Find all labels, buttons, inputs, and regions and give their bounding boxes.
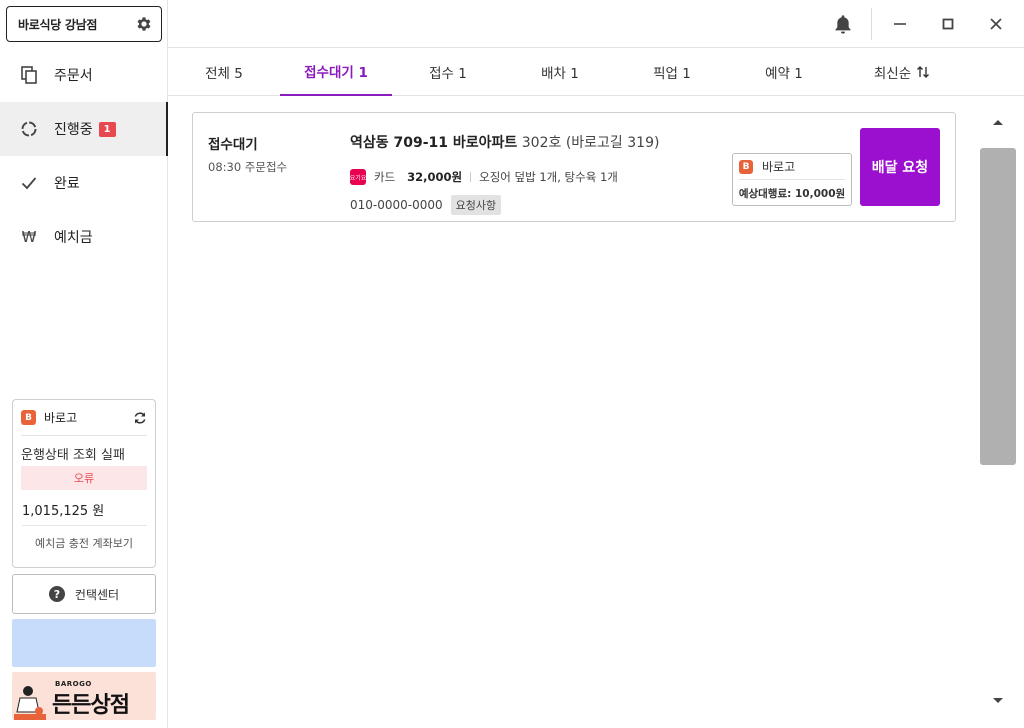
divider — [871, 8, 872, 40]
barogo-logo-icon: B — [21, 410, 36, 425]
dundun-shop-banner[interactable]: BAROGO 든든상점 — [12, 672, 156, 720]
progress-icon — [20, 120, 38, 138]
store-name: 바로식당 강남점 — [18, 17, 98, 32]
deposit-status: 운행상태 조회 실패 — [21, 448, 125, 463]
help-icon: ? — [48, 586, 65, 602]
app-window: 바로식당 강남점 주문서 진행중 1 완료 ₩ 예치금 B 바로고 운행상태 조… — [0, 0, 1024, 728]
sidebar: 바로식당 강남점 주문서 진행중 1 완료 ₩ 예치금 B 바로고 운행상태 조… — [0, 0, 168, 728]
tab-dispatched[interactable]: 배차 1 — [504, 48, 616, 96]
tab-pickup[interactable]: 픽업 1 — [616, 48, 728, 96]
count-badge: 1 — [98, 121, 116, 137]
sort-button[interactable]: 최신순 — [846, 48, 958, 96]
check-icon — [20, 174, 38, 192]
sort-label: 최신순 — [873, 66, 912, 82]
address-main: 역삼동 709-11 바로아파트 — [350, 135, 518, 151]
tab-accepted[interactable]: 접수 1 — [392, 48, 504, 96]
deposit-account-link[interactable]: 예치금 충전 계좌보기 — [13, 535, 155, 551]
deposit-card-header: B 바로고 — [21, 400, 147, 436]
sidebar-nav: 주문서 진행중 1 완료 ₩ 예치금 — [0, 48, 168, 264]
error-badge: 오류 — [21, 466, 147, 490]
banner-blue[interactable] — [12, 619, 156, 667]
agency-name: 바로고 — [762, 160, 796, 174]
sidebar-item-deposit[interactable]: ₩ 예치금 — [0, 210, 168, 264]
yogiyo-logo-icon: 요기요 — [350, 169, 366, 185]
minimize-icon — [894, 23, 906, 25]
won-icon: ₩ — [21, 228, 37, 246]
delivery-agency-box[interactable]: B 바로고 예상대행료: 10,000원 — [732, 153, 852, 206]
close-button[interactable] — [984, 12, 1008, 36]
order-card[interactable]: 접수대기 08:30 주문접수 역삼동 709-11 바로아파트 302호 (바… — [192, 112, 956, 222]
deposit-card: B 바로고 운행상태 조회 실패 오류 1,015,125 원 예치금 충전 계… — [12, 399, 156, 568]
scroll-up-arrow-icon[interactable] — [991, 116, 1005, 128]
order-status: 접수대기 — [208, 137, 258, 153]
sidebar-item-label: 진행중 — [54, 122, 93, 138]
deposit-amount: 1,015,125 원 — [22, 500, 147, 526]
sidebar-item-label: 완료 — [54, 176, 80, 192]
banner-title: 든든상점 — [52, 693, 130, 718]
maximize-icon — [942, 18, 954, 30]
divider — [470, 172, 472, 182]
request-tag[interactable]: 요청사항 — [450, 195, 502, 215]
order-items: 오징어 덮밥 1개, 탕수육 1개 — [479, 170, 618, 184]
top-bar — [168, 0, 1024, 48]
store-selector[interactable]: 바로식당 강남점 — [6, 6, 162, 42]
tab-all[interactable]: 전체 5 — [168, 48, 280, 96]
customer-phone: 010-0000-0000 — [350, 198, 443, 212]
order-phone-row: 010-0000-0000 요청사항 — [350, 195, 502, 215]
minimize-button[interactable] — [888, 12, 912, 36]
order-time: 08:30 주문접수 — [208, 160, 288, 174]
mascot-figure-icon — [14, 686, 46, 720]
scrollbar-thumb[interactable] — [980, 148, 1016, 465]
status-tabs: 전체 5 접수대기 1 접수 1 배차 1 픽업 1 예약 1 최신순 — [168, 48, 1024, 96]
sidebar-item-label: 주문서 — [54, 68, 93, 84]
delivery-request-button[interactable]: 배달 요청 — [860, 128, 940, 206]
gear-icon[interactable] — [135, 15, 153, 33]
order-payment: 요기요 카드 32,000원 오징어 덮밥 1개, 탕수육 1개 — [350, 169, 618, 185]
maximize-button[interactable] — [936, 12, 960, 36]
tab-reserved[interactable]: 예약 1 — [728, 48, 840, 96]
close-icon — [990, 18, 1002, 30]
agency-header: B 바로고 — [739, 154, 845, 180]
agency-fee: 예상대행료: 10,000원 — [738, 188, 846, 200]
order-address: 역삼동 709-11 바로아파트 302호 (바로고길 319) — [350, 132, 659, 152]
sort-arrows-icon — [917, 66, 930, 78]
tab-waiting[interactable]: 접수대기 1 — [280, 48, 392, 96]
sidebar-item-label: 예치금 — [54, 230, 93, 246]
payment-method: 카드 — [374, 170, 396, 184]
deposit-brand-name: 바로고 — [44, 411, 78, 425]
order-amount: 32,000원 — [407, 170, 463, 184]
sidebar-item-in-progress[interactable]: 진행중 1 — [0, 102, 168, 156]
deposit-brand: B 바로고 — [21, 409, 77, 426]
bell-icon[interactable] — [832, 13, 854, 35]
sidebar-item-orders[interactable]: 주문서 — [0, 48, 168, 102]
refresh-icon[interactable] — [133, 411, 147, 425]
copy-icon — [20, 66, 38, 84]
scroll-down-arrow-icon[interactable] — [991, 695, 1005, 707]
contact-center-button[interactable]: ? 컨택센터 — [12, 574, 156, 614]
barogo-logo-icon: B — [739, 159, 753, 174]
contact-center-label: 컨택센터 — [74, 587, 120, 602]
address-detail: 302호 (바로고길 319) — [521, 135, 660, 151]
sidebar-item-complete[interactable]: 완료 — [0, 156, 168, 210]
